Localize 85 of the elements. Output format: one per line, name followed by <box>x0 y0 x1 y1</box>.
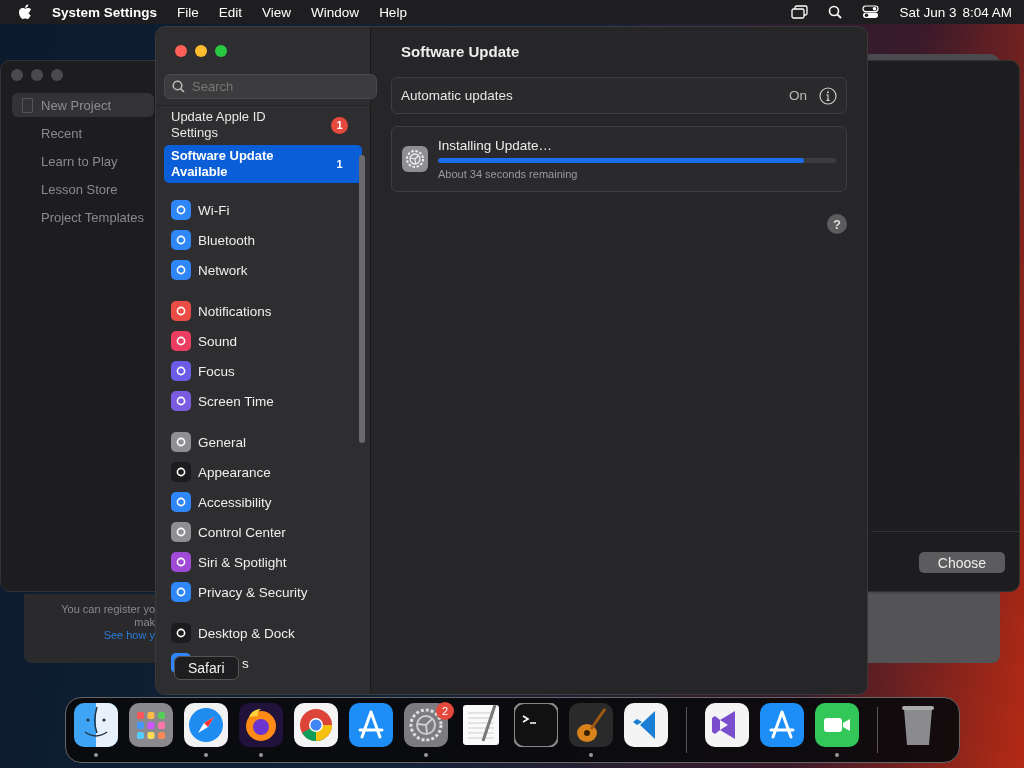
menu-item[interactable]: Window <box>311 4 360 20</box>
notification-badge: 2 <box>436 702 454 720</box>
sidebar-item[interactable]: Sound <box>164 326 362 356</box>
sidebar-item[interactable]: Privacy & Security <box>164 577 362 607</box>
row-value: On <box>789 88 807 103</box>
gear-icon[interactable] <box>404 703 448 747</box>
item-label: Privacy & Security <box>198 584 308 600</box>
sidebar-item[interactable]: Notifications <box>164 296 362 326</box>
sidebar-item[interactable]: Siri & Spotlight <box>164 547 362 577</box>
item-label: Appearance <box>198 464 271 480</box>
item-label: Update Apple ID Settings <box>171 109 267 141</box>
sidebar-item[interactable]: Focus <box>164 356 362 386</box>
search-field[interactable]: Search <box>164 74 377 99</box>
close-button[interactable] <box>175 45 187 57</box>
search-icon[interactable] <box>828 5 843 19</box>
sidebar-item[interactable]: Project Templates <box>12 205 154 229</box>
menu-item[interactable]: Help <box>379 4 407 20</box>
item-label: Software Update Available <box>171 148 275 180</box>
item-label: General <box>198 434 247 450</box>
menu-item[interactable]: View <box>262 4 292 20</box>
sidebar-item[interactable]: s <box>242 655 249 671</box>
sidebar-item[interactable]: Accessibility <box>164 487 362 517</box>
item-label: Screen Time <box>198 393 274 409</box>
gear-icon <box>402 146 428 172</box>
control-center-icon[interactable] <box>862 5 880 19</box>
item-label: Focus <box>198 363 235 379</box>
count-label: 1 <box>335 157 344 172</box>
finder-icon[interactable] <box>74 703 118 747</box>
info-icon[interactable] <box>819 86 837 105</box>
menu-item[interactable]: File <box>177 4 199 20</box>
sidebar-item[interactable]: Update Apple ID Settings 1 <box>164 106 362 144</box>
apple-logo-icon[interactable] <box>18 4 32 20</box>
windows-icon[interactable] <box>791 5 809 19</box>
item-label: Desktop & Dock <box>198 625 295 641</box>
ide-icon[interactable] <box>705 703 749 747</box>
fox-icon[interactable] <box>239 703 283 747</box>
guitar-icon[interactable] <box>569 703 613 747</box>
search-icon <box>172 80 185 93</box>
choose-button[interactable]: Choose <box>919 552 1005 573</box>
page-title: Software Update <box>401 43 521 60</box>
sidebar-item[interactable]: New Project <box>12 93 154 117</box>
help-button[interactable]: ? <box>827 214 847 234</box>
row-label: Automatic updates <box>401 88 514 103</box>
item-label: Sound <box>198 333 238 349</box>
sidebar-item[interactable]: Software Update Available 1 <box>164 145 362 183</box>
video-camera-icon[interactable] <box>815 703 859 747</box>
item-label: Wi-Fi <box>198 202 230 218</box>
item-label: Bluetooth <box>198 232 256 248</box>
zoom-button[interactable] <box>215 45 227 57</box>
minimize-button[interactable] <box>195 45 207 57</box>
sidebar-item[interactable]: Desktop & Dock <box>164 618 362 648</box>
sidebar-item[interactable]: Wi-Fi <box>164 195 362 225</box>
sidebar-item[interactable]: General <box>164 427 362 457</box>
app-store-icon[interactable] <box>349 703 393 747</box>
code-editor-icon[interactable] <box>624 703 668 747</box>
sidebar-item[interactable]: Learn to Play <box>12 149 154 173</box>
scrollbar[interactable] <box>359 155 365 443</box>
item-label: Accessibility <box>198 494 272 510</box>
sidebar-item[interactable]: Lesson Store <box>12 177 154 201</box>
menu-item[interactable]: Edit <box>218 4 243 20</box>
date-text[interactable]: Sat Jun 3 <box>899 4 957 20</box>
sidebar-item[interactable]: Screen Time <box>164 386 362 416</box>
remaining-time: About 34 seconds remaining <box>438 168 579 180</box>
sidebar-item[interactable]: Recent <box>12 121 154 145</box>
item-label: Siri & Spotlight <box>198 554 287 570</box>
compass-icon[interactable] <box>184 703 228 747</box>
document-icon <box>22 98 33 113</box>
item-label: Notifications <box>198 303 272 319</box>
sidebar-item[interactable]: Appearance <box>164 457 362 487</box>
sheet-text: mak <box>134 616 155 629</box>
sidebar-item[interactable]: Control Center <box>164 517 362 547</box>
sidebar-item[interactable]: Network <box>164 255 362 285</box>
sidebar-item[interactable]: Bluetooth <box>164 225 362 255</box>
app-store-icon[interactable] <box>760 703 804 747</box>
terminal-icon[interactable] <box>514 703 558 747</box>
notification-badge: 1 <box>331 116 348 134</box>
tooltip: Safari <box>174 656 239 680</box>
app-grid-icon[interactable] <box>129 703 173 747</box>
item-label: Control Center <box>198 524 286 540</box>
update-status: Installing Update… <box>438 138 554 153</box>
browser-icon[interactable] <box>294 703 338 747</box>
app-menu[interactable]: System Settings <box>52 4 158 20</box>
sheet-text: You can register yo <box>61 603 155 616</box>
item-label: Network <box>198 262 248 278</box>
time-text[interactable]: 8:04 AM <box>962 4 1012 20</box>
